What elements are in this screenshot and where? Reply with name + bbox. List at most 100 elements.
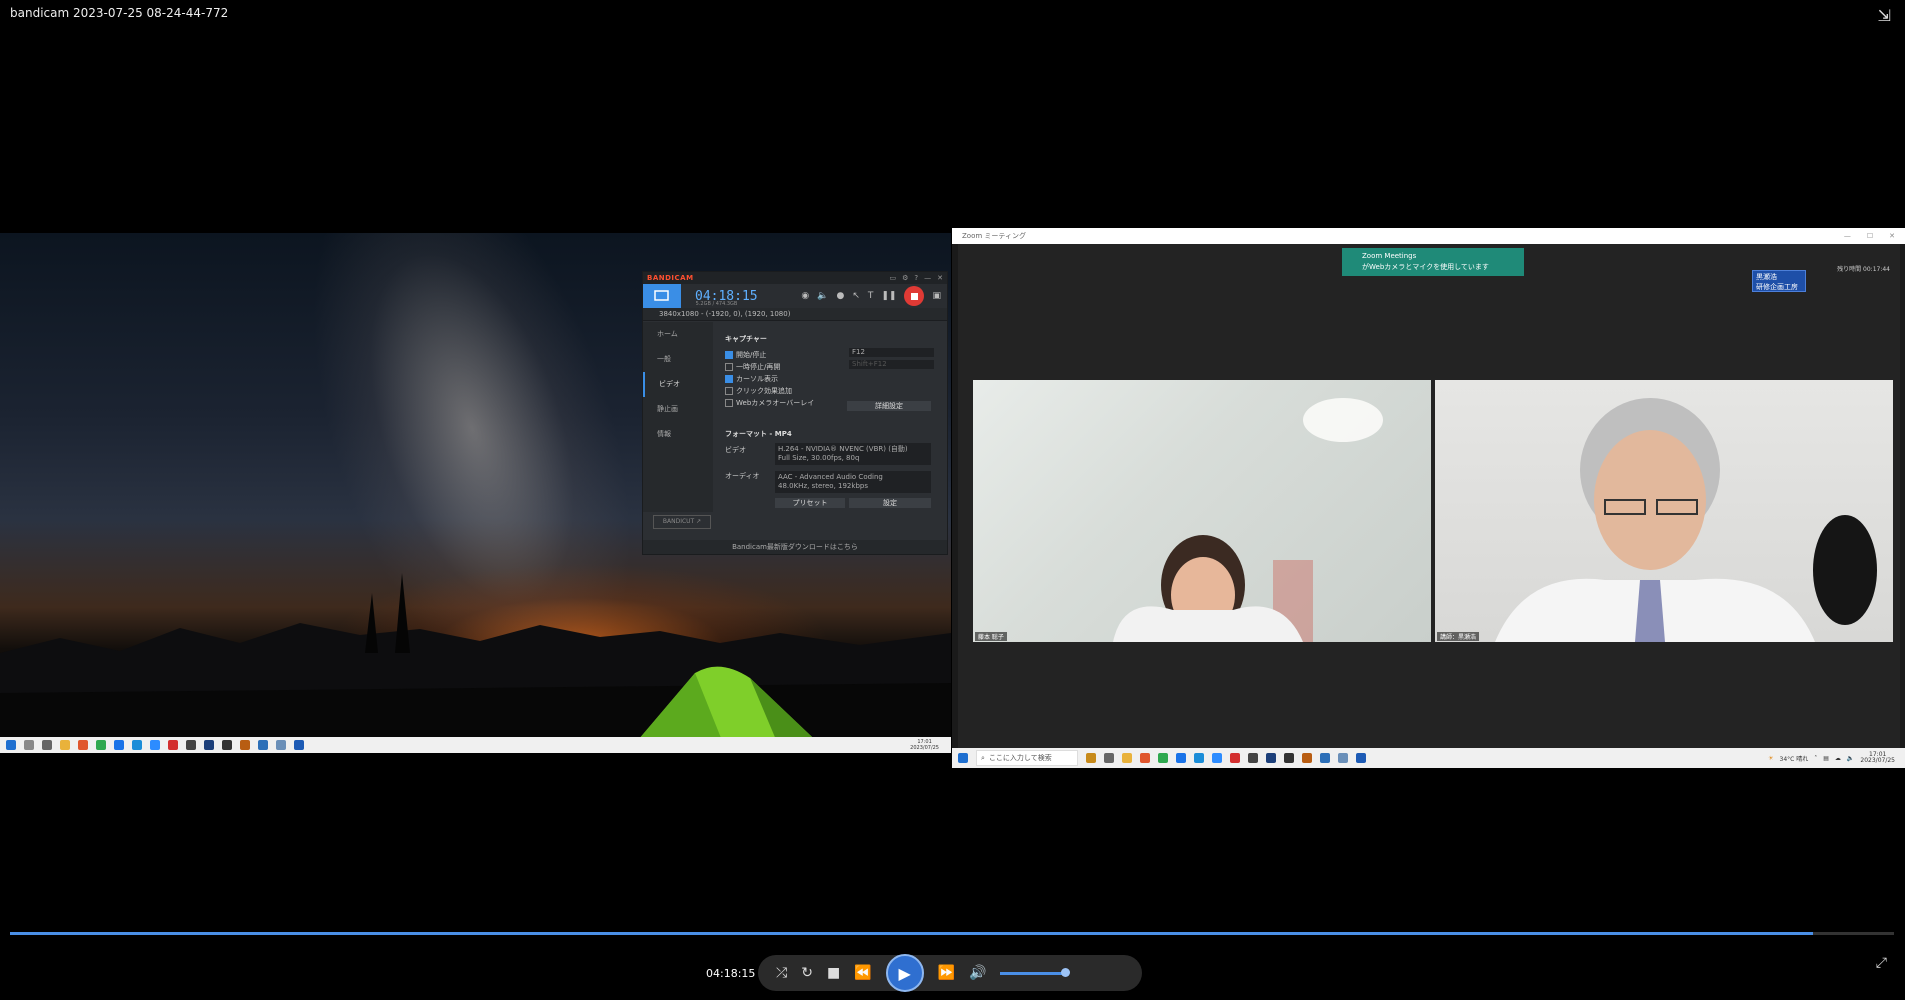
file-explorer-icon[interactable]	[1122, 753, 1132, 763]
repeat-icon[interactable]: ↻	[801, 965, 813, 981]
app-icon[interactable]	[1320, 753, 1330, 763]
skype-icon[interactable]	[1176, 753, 1186, 763]
nav-image[interactable]: 静止画	[643, 397, 713, 422]
cursor-icon[interactable]: ↖	[852, 291, 860, 301]
start-icon[interactable]	[6, 740, 16, 750]
checkbox[interactable]	[725, 363, 733, 371]
region-info: 3840x1080 - (-1920, 0), (1920, 1080)	[643, 308, 947, 321]
zoom-desktop: Zoom ミーティング — ☐ ✕ Zoom Meetings がWebカメラとマ…	[952, 228, 1905, 768]
next-icon[interactable]: ⏩	[938, 965, 955, 981]
stop-icon[interactable]: ■	[827, 965, 840, 981]
weather-icon: ☀	[1768, 754, 1774, 762]
player-controls: ⤮ ↻ ■ ⏪ ▶ ⏩ 🔊	[758, 954, 1142, 992]
camera-app-icon[interactable]	[1338, 753, 1348, 763]
participant-2-image	[1495, 398, 1877, 642]
webcam-icon[interactable]: ◉	[801, 291, 809, 301]
zoom-notification[interactable]: Zoom Meetings がWebカメラとマイクを使用しています	[1342, 248, 1524, 276]
bandicut-button[interactable]: BANDICUT ↗	[653, 515, 711, 529]
close-icon[interactable]: ✕	[1889, 232, 1895, 240]
settings-icon[interactable]: ⚙	[902, 274, 908, 282]
app-icon[interactable]	[258, 740, 268, 750]
help-icon[interactable]: ?	[914, 274, 918, 282]
hotkey-field-1[interactable]: F12	[849, 348, 934, 357]
speaker-icon[interactable]: 🔈	[817, 291, 828, 301]
edge-icon[interactable]	[1194, 753, 1204, 763]
screen-mode-button[interactable]	[643, 284, 681, 308]
volume-icon[interactable]: 🔈	[1847, 755, 1854, 762]
bandicam-footer[interactable]: Bandicam最新版ダウンロードはこちら	[643, 540, 947, 554]
participant-video-2[interactable]: 講師：黒瀬浩	[1435, 380, 1893, 642]
maximize-icon[interactable]: ☐	[1867, 232, 1873, 240]
stop-record-button[interactable]	[904, 286, 925, 306]
folder-icon[interactable]: ▭	[890, 274, 897, 282]
volume-icon[interactable]: 🔊	[969, 965, 986, 981]
checkbox[interactable]	[725, 387, 733, 395]
nav-about[interactable]: 情報	[643, 422, 713, 447]
app-icon[interactable]	[204, 740, 214, 750]
mic-icon[interactable]: ●	[836, 291, 844, 301]
nav-home[interactable]: ホーム	[643, 322, 713, 347]
settings-button[interactable]: 設定	[849, 498, 931, 508]
option-show-cursor[interactable]: カーソル表示	[725, 373, 937, 385]
left-clock: 17:01 2023/07/25	[910, 739, 939, 751]
close-icon[interactable]: ✕	[937, 274, 943, 282]
checkbox-checked[interactable]	[725, 375, 733, 383]
seek-bar[interactable]	[10, 932, 1894, 935]
text-icon[interactable]: T	[868, 291, 874, 301]
camera-app-icon[interactable]	[276, 740, 286, 750]
clock[interactable]: 17:01 2023/07/25	[1860, 752, 1895, 764]
app-icon[interactable]	[1266, 753, 1276, 763]
bandicam-icon[interactable]	[1230, 753, 1240, 763]
participant-video-1[interactable]: 藤本 聡子	[973, 380, 1431, 642]
checkbox-checked[interactable]	[725, 351, 733, 359]
hotkey-field-2[interactable]: Shift+F12	[849, 360, 934, 369]
app-icon[interactable]	[222, 740, 232, 750]
pause-icon[interactable]: ❚❚	[881, 291, 896, 301]
minimize-icon[interactable]: —	[1844, 232, 1851, 240]
tray-chevron-icon[interactable]: ˄	[1814, 755, 1817, 762]
bandicam-icon[interactable]	[168, 740, 178, 750]
edge-icon[interactable]	[132, 740, 142, 750]
skype-icon[interactable]	[114, 740, 124, 750]
file-explorer-icon[interactable]	[60, 740, 70, 750]
video-settings: キャプチャー 開始/停止 一時停止/再開 カーソル表示 クリック効果追加 Web…	[725, 334, 937, 508]
zoom-icon[interactable]	[150, 740, 160, 750]
chrome-icon[interactable]	[1158, 753, 1168, 763]
audio-codec-box[interactable]: AAC - Advanced Audio Coding 48.0KHz, ster…	[775, 471, 931, 493]
taskbar-search[interactable]: ⌕ ここに入力して検索	[976, 750, 1078, 766]
outlook-icon[interactable]	[1356, 753, 1366, 763]
option-click-effect[interactable]: クリック効果追加	[725, 385, 937, 397]
video-codec-box[interactable]: H.264 - NVIDIA® NVENC (VBR) (自動) Full Siz…	[775, 443, 931, 465]
preset-button[interactable]: プリセット	[775, 498, 845, 508]
app-icon[interactable]	[186, 740, 196, 750]
app-icon[interactable]	[1302, 753, 1312, 763]
volume-knob[interactable]	[1061, 967, 1071, 977]
search-icon[interactable]	[24, 740, 34, 750]
chrome-icon[interactable]	[96, 740, 106, 750]
minimize-icon[interactable]: —	[924, 274, 931, 282]
start-icon[interactable]	[958, 753, 968, 763]
detail-settings-button[interactable]: 詳細設定	[847, 401, 931, 411]
collapse-icon[interactable]: ⇲	[1878, 6, 1891, 25]
firefox-icon[interactable]	[78, 740, 88, 750]
task-view-icon[interactable]	[1104, 753, 1114, 763]
zoom-icon[interactable]	[1212, 753, 1222, 763]
nav-video[interactable]: ビデオ	[643, 372, 713, 397]
volume-slider[interactable]	[1000, 967, 1071, 977]
outlook-icon[interactable]	[294, 740, 304, 750]
app-icon[interactable]	[240, 740, 250, 750]
previous-icon[interactable]: ⏪	[854, 965, 871, 981]
task-view-icon[interactable]	[42, 740, 52, 750]
play-icon[interactable]: ▶	[885, 954, 924, 992]
checkbox[interactable]	[725, 399, 733, 407]
app-icon[interactable]	[1248, 753, 1258, 763]
shuffle-icon[interactable]: ⤮	[776, 965, 787, 981]
nav-general[interactable]: 一般	[643, 347, 713, 372]
bandicam-logo: BANDICAM	[647, 274, 694, 282]
app-icon[interactable]	[1284, 753, 1294, 763]
firefox-icon[interactable]	[1140, 753, 1150, 763]
fullscreen-icon[interactable]: ⤢	[1876, 955, 1887, 971]
camera-icon[interactable]: ▣	[932, 291, 941, 301]
capture-header: キャプチャー	[725, 335, 767, 343]
briefcase-icon[interactable]	[1086, 753, 1096, 763]
